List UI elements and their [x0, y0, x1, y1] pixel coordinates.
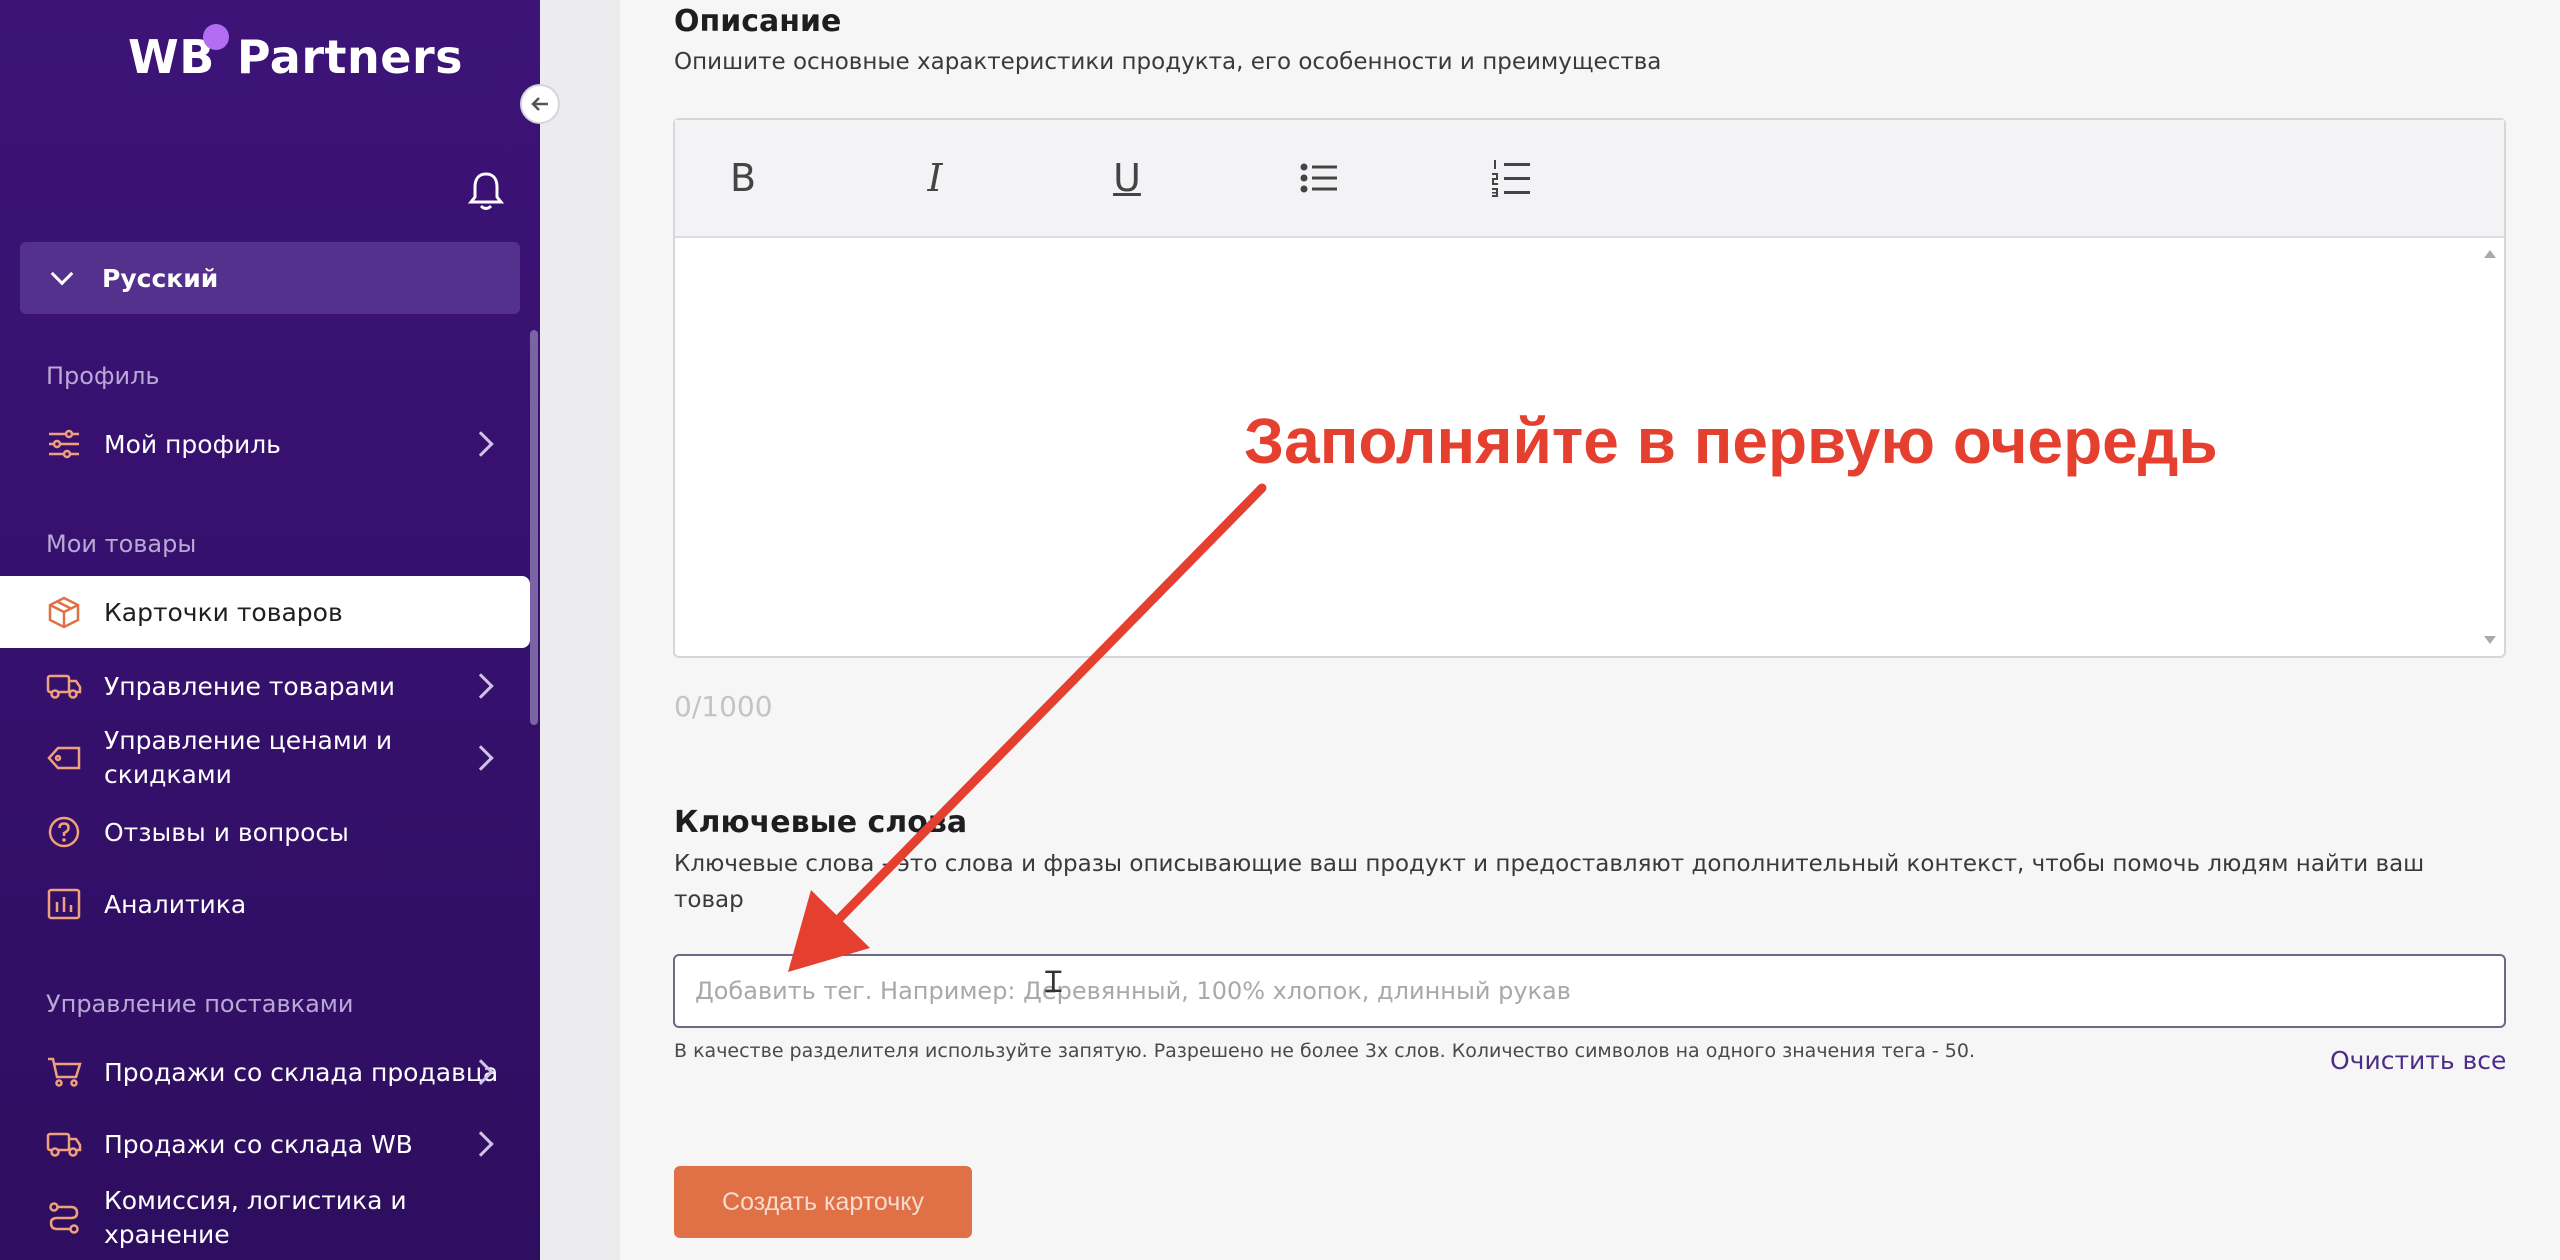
underline-icon: U [1113, 156, 1141, 200]
keywords-title: Ключевые слова [674, 805, 968, 840]
sidebar-item-analytics[interactable]: Аналитика [0, 884, 530, 924]
description-subtitle: Опишите основные характеристики продукта… [674, 49, 1662, 75]
sidebar-item-label: Продажи со склада WB [104, 1129, 413, 1159]
section-label-supply-management: Управление поставками [46, 990, 354, 1018]
sidebar-item-goods-management[interactable]: Управление товарами [0, 666, 530, 706]
sidebar-item-wb-warehouse-sales[interactable]: Продажи со склада WB [0, 1124, 530, 1164]
bar-chart-icon [46, 886, 82, 922]
create-card-button[interactable]: Создать карточку [674, 1166, 972, 1238]
sidebar-item-reviews[interactable]: Отзывы и вопросы [0, 812, 530, 852]
chevron-right-icon [468, 431, 494, 457]
chevron-down-icon [50, 262, 74, 286]
text-cursor-icon: Ɪ [1045, 965, 1062, 1000]
tag-icon [46, 740, 82, 776]
question-circle-icon [46, 814, 82, 850]
chevron-right-icon [468, 673, 494, 699]
editor-scroll-down-arrow[interactable] [2484, 636, 2496, 644]
character-counter: 0/1000 [674, 690, 773, 723]
bell-icon[interactable] [466, 170, 506, 216]
bullet-list-icon [1300, 163, 1337, 193]
sidebar-scrollbar[interactable] [530, 330, 538, 725]
numbered-list-button[interactable] [1481, 148, 1541, 208]
editor-toolbar: B I U [675, 120, 2504, 238]
sliders-icon [46, 426, 82, 462]
bold-button[interactable]: B [713, 148, 773, 208]
logo-partners-text: Partners [236, 30, 464, 84]
sidebar: WB Partners Русский Профиль Мой профиль М… [0, 0, 540, 1260]
sidebar-item-prices-discounts[interactable]: Управление ценами и скидками [0, 722, 530, 794]
truck-icon [46, 1126, 82, 1162]
sidebar-item-label-line1: Управление ценами и [104, 726, 393, 755]
italic-button[interactable]: I [905, 148, 965, 208]
sidebar-item-label-line1: Комиссия, логистика и [104, 1186, 407, 1215]
sidebar-item-label: Мой профиль [104, 429, 281, 459]
bullet-list-button[interactable] [1289, 148, 1349, 208]
truck-icon [46, 668, 82, 704]
chevron-right-icon [468, 1131, 494, 1157]
numbered-list-icon [1492, 160, 1530, 197]
bold-icon: B [729, 156, 757, 200]
underline-button[interactable]: U [1097, 148, 1157, 208]
italic-icon: I [927, 156, 943, 200]
sidebar-item-seller-warehouse-sales[interactable]: Продажи со склада продавца [0, 1052, 530, 1092]
tag-hint: В качестве разделителя используйте запят… [674, 1040, 1976, 1062]
clear-all-link[interactable]: Очистить все [2330, 1046, 2506, 1075]
tag-input[interactable] [673, 954, 2506, 1028]
sidebar-item-label: Продажи со склада продавца [104, 1057, 499, 1087]
route-icon [46, 1200, 82, 1236]
sidebar-item-label: Аналитика [104, 889, 247, 919]
wb-partners-logo[interactable]: WB Partners [128, 24, 464, 84]
section-label-profile: Профиль [46, 362, 160, 390]
logo-wb-text: WB [128, 30, 215, 84]
language-label: Русский [102, 263, 219, 293]
chevron-right-icon [468, 745, 494, 771]
box-icon [46, 594, 82, 630]
sidebar-item-my-profile[interactable]: Мой профиль [0, 424, 530, 464]
section-label-my-goods: Мои товары [46, 530, 197, 558]
sidebar-item-label-line2: скидками [104, 760, 232, 789]
editor-scroll-up-arrow[interactable] [2484, 250, 2496, 258]
sidebar-item-label: Отзывы и вопросы [104, 817, 349, 847]
logo-dot [203, 24, 229, 50]
description-title: Описание [674, 4, 842, 39]
sidebar-item-label: Управление товарами [104, 671, 395, 701]
sidebar-item-commission-logistics[interactable]: Комиссия, логистика и хранение [0, 1182, 530, 1254]
sidebar-item-product-cards[interactable]: Карточки товаров [0, 576, 530, 648]
sidebar-item-label: Карточки товаров [104, 597, 343, 627]
keywords-subtitle: Ключевые слова - это слова и фразы описы… [674, 851, 2425, 913]
annotation-text: Заполняйте в первую очередь [1244, 405, 2218, 477]
cart-icon [46, 1054, 82, 1090]
sidebar-item-label-line2: хранение [104, 1220, 230, 1249]
collapse-sidebar-button[interactable] [520, 84, 560, 124]
language-selector[interactable]: Русский [20, 242, 520, 314]
description-editor[interactable]: B I U [673, 118, 2506, 658]
